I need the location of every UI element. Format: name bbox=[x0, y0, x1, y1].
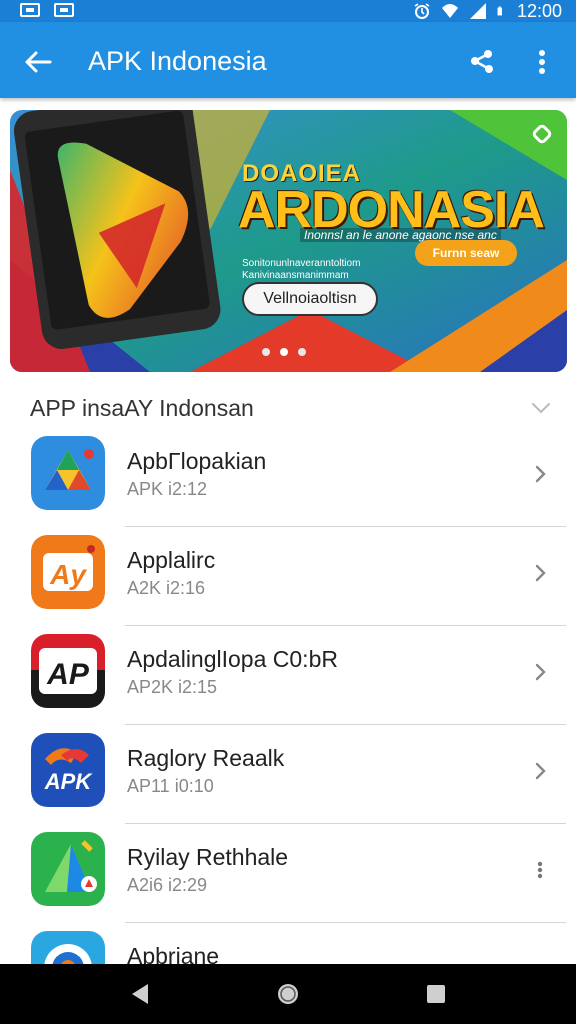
banner-pager[interactable] bbox=[262, 348, 306, 356]
back-triangle-icon bbox=[132, 984, 148, 1004]
ay-letters-icon: Ay bbox=[31, 535, 105, 609]
share-button[interactable] bbox=[462, 42, 502, 82]
notification-photo-icon bbox=[20, 3, 40, 17]
list-item-app-2[interactable]: Ay Applalirc A2K i2:16 bbox=[0, 527, 576, 626]
chevron-right-icon[interactable] bbox=[528, 759, 552, 783]
play-triangle-icon bbox=[31, 832, 105, 906]
arrow-left-icon bbox=[25, 51, 52, 73]
nav-back-button[interactable] bbox=[128, 982, 152, 1006]
app-name: ApdalinglIopa C0:bR bbox=[127, 646, 338, 672]
svg-text:APK: APK bbox=[44, 769, 94, 794]
chevron-right-icon[interactable] bbox=[528, 561, 552, 585]
ap-letters-icon: AP bbox=[31, 634, 105, 708]
battery-icon bbox=[497, 6, 502, 16]
svg-text:AP: AP bbox=[46, 658, 90, 691]
app-name: ApbΓlopakian bbox=[127, 448, 267, 474]
alarm-icon bbox=[414, 3, 430, 19]
app-name: Raglory Reaalk bbox=[127, 745, 285, 771]
banner-cta-button[interactable]: Vellnoiaoltisn bbox=[242, 282, 378, 316]
app-meta: AP11 i0:10 bbox=[127, 776, 214, 796]
share-icon bbox=[471, 50, 493, 73]
more-vert-icon bbox=[539, 50, 545, 74]
app-meta: A2K i2:16 bbox=[127, 578, 206, 598]
drive-triangle-icon bbox=[31, 436, 105, 510]
more-vert-icon bbox=[537, 861, 543, 879]
pager-dot-active[interactable] bbox=[280, 348, 288, 356]
app-name: Ryilay Rethhale bbox=[127, 844, 289, 870]
back-button[interactable] bbox=[18, 42, 58, 82]
app-bar: APK Indonesia bbox=[0, 22, 576, 98]
section-title: APP insaAY Indonsan bbox=[30, 395, 254, 421]
chevron-right-icon[interactable] bbox=[528, 660, 552, 684]
more-options-button[interactable] bbox=[528, 858, 552, 882]
signal-icon bbox=[469, 3, 486, 19]
list-item-app-1[interactable]: ApbΓlopakian APK i2:12 bbox=[0, 428, 576, 527]
nav-recents-button[interactable] bbox=[424, 982, 448, 1006]
app-meta: AP2K i2:15 bbox=[127, 677, 218, 697]
home-circle-icon bbox=[278, 984, 298, 1004]
status-time: 12:00 bbox=[516, 0, 562, 21]
wifi-icon bbox=[441, 4, 458, 18]
pager-dot[interactable] bbox=[298, 348, 306, 356]
app-name: Applalirc bbox=[127, 547, 216, 573]
status-bar: 12:00 bbox=[0, 0, 576, 22]
promo-banner[interactable]: DOAOIEA ARDONASIA Inonnsl an le anone ag… bbox=[10, 110, 567, 372]
list-item-app-5[interactable]: Ryilay Rethhale A2i6 i2:29 bbox=[0, 824, 576, 923]
system-nav-bar bbox=[0, 964, 576, 1024]
section-header[interactable]: APP insaAY Indonsan bbox=[0, 385, 576, 429]
page-title: APK Indonesia bbox=[88, 46, 267, 76]
app-meta: APK i2:12 bbox=[127, 479, 208, 499]
notification-message-icon bbox=[54, 3, 74, 17]
chevron-right-icon[interactable] bbox=[528, 462, 552, 486]
list-item-app-4[interactable]: APK Raglory Reaalk AP11 i0:10 bbox=[0, 725, 576, 824]
banner-chip-button[interactable]: Furnn seaw bbox=[415, 240, 517, 266]
svg-text:Ay: Ay bbox=[49, 559, 87, 590]
nav-home-button[interactable] bbox=[276, 982, 300, 1006]
app-meta: A2i6 i2:29 bbox=[127, 875, 208, 895]
overflow-menu-button[interactable] bbox=[522, 42, 562, 82]
chevron-down-icon[interactable] bbox=[530, 397, 552, 419]
recents-square-icon bbox=[427, 985, 445, 1003]
pager-dot[interactable] bbox=[262, 348, 270, 356]
apk-badge-icon: APK bbox=[31, 733, 105, 807]
banner-tagline: Sonitonunlnaveranntoltiom Kanivinaansman… bbox=[242, 258, 361, 281]
list-item-app-3[interactable]: AP ApdalinglIopa C0:bR AP2K i2:15 bbox=[0, 626, 576, 725]
